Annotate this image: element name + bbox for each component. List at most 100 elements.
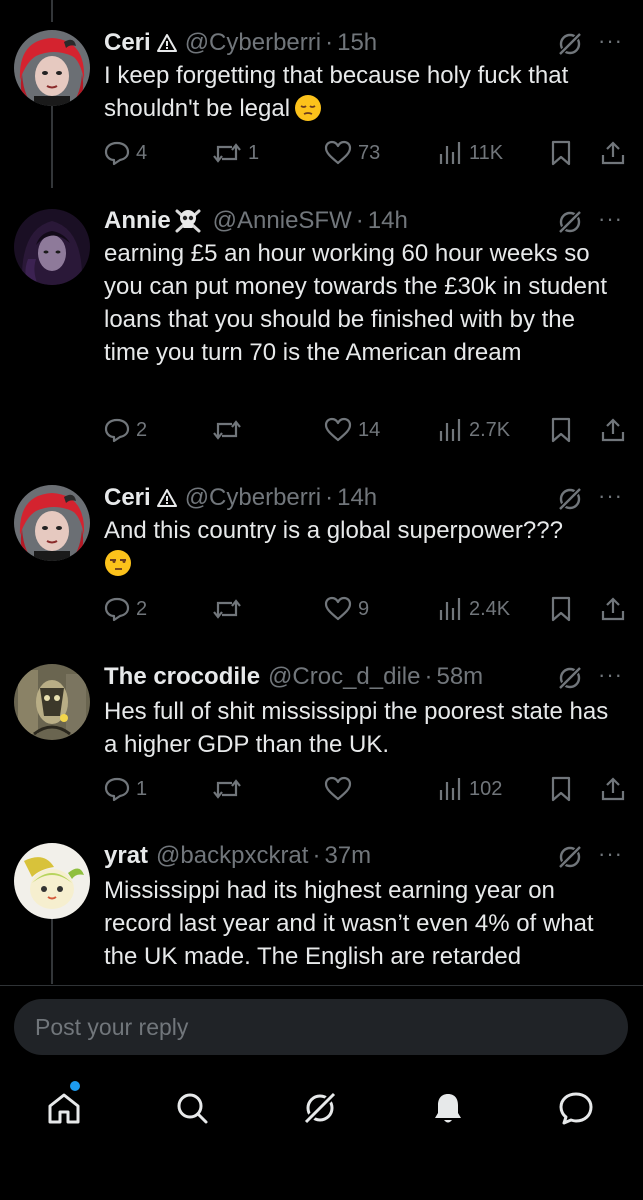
timestamp[interactable]: 37m (324, 842, 371, 870)
display-name[interactable]: yrat (104, 842, 148, 870)
share-icon (601, 418, 625, 442)
username[interactable]: @AnnieSFW (213, 207, 352, 235)
like-button[interactable]: 9 (324, 591, 369, 627)
display-name[interactable]: The crocodile (104, 663, 260, 691)
separator-dot: · (325, 29, 334, 56)
reply-button[interactable]: 1 (104, 771, 147, 807)
tweet-text: And this country is a global superpower?… (104, 514, 624, 580)
like-button[interactable] (324, 771, 352, 807)
more-options-icon[interactable]: ··· (598, 482, 623, 510)
more-options-icon[interactable]: ··· (598, 205, 623, 233)
tweet[interactable]: Ceri @Cyberberri · 15h ··· I keep forget… (0, 27, 643, 177)
tweet[interactable]: Annie @AnnieSFW · 14h ··· earning £5 an … (0, 205, 643, 455)
share-button[interactable] (600, 591, 626, 627)
username[interactable]: @Cyberberri (185, 29, 321, 57)
share-icon (601, 777, 625, 801)
views-icon (439, 142, 461, 164)
timestamp[interactable]: 58m (436, 663, 483, 691)
reply-icon (104, 418, 130, 443)
reply-button[interactable]: 4 (104, 135, 147, 171)
home-notification-dot (70, 1081, 80, 1091)
display-name[interactable]: Annie (104, 207, 171, 235)
bookmark-button[interactable] (550, 135, 572, 171)
like-button[interactable]: 14 (324, 412, 380, 448)
search-icon[interactable] (172, 1088, 212, 1128)
heart-icon (324, 140, 352, 165)
views-button[interactable]: 2.7K (437, 412, 510, 448)
tweet-actions: 2 9 2.4K (104, 591, 629, 627)
tweet[interactable]: yrat @backpxckrat · 37m ··· Mississippi … (0, 840, 643, 985)
grok-icon[interactable] (557, 665, 583, 691)
heart-icon (324, 417, 352, 442)
tweet-actions: 1 102 (104, 771, 629, 807)
share-button[interactable] (600, 135, 626, 171)
tweet[interactable]: Ceri @Cyberberri · 14h ··· And this coun… (0, 482, 643, 632)
bookmark-button[interactable] (550, 771, 572, 807)
reply-input[interactable]: Post your reply (14, 999, 628, 1055)
avatar[interactable] (14, 30, 90, 106)
display-name[interactable]: Ceri (104, 484, 151, 512)
username[interactable]: @backpxckrat (156, 842, 308, 870)
repost-button[interactable]: 1 (212, 135, 259, 171)
views-icon (439, 778, 461, 800)
grok-icon[interactable] (557, 844, 583, 870)
thread-line (51, 0, 53, 22)
repost-icon (213, 143, 241, 163)
more-options-icon[interactable]: ··· (598, 840, 623, 868)
views-button[interactable]: 102 (437, 771, 502, 807)
grok-icon[interactable] (557, 209, 583, 235)
notifications-icon[interactable] (428, 1088, 468, 1128)
display-name[interactable]: Ceri (104, 29, 151, 57)
reply-button[interactable]: 2 (104, 412, 147, 448)
avatar[interactable] (14, 664, 90, 740)
like-count: 73 (358, 141, 381, 164)
timestamp[interactable]: 14h (368, 207, 408, 235)
username[interactable]: @Cyberberri (185, 484, 321, 512)
reply-button[interactable]: 2 (104, 591, 147, 627)
heart-icon (324, 596, 352, 621)
reply-placeholder: Post your reply (35, 1013, 189, 1040)
views-button[interactable]: 11K (437, 135, 503, 171)
timestamp[interactable]: 14h (337, 484, 377, 512)
like-count: 14 (358, 418, 381, 441)
grok-icon[interactable] (300, 1088, 340, 1128)
more-options-icon[interactable]: ··· (598, 27, 623, 55)
tweet-header: Annie @AnnieSFW · 14h (104, 205, 408, 237)
unamused-face-emoji (104, 549, 132, 577)
repost-icon (213, 779, 241, 799)
bookmark-button[interactable] (550, 591, 572, 627)
repost-button[interactable] (212, 591, 242, 627)
like-count: 9 (358, 597, 370, 620)
tweet-header: Ceri @Cyberberri · 14h (104, 482, 377, 514)
messages-icon[interactable] (556, 1088, 596, 1128)
views-icon (439, 598, 461, 620)
tweet[interactable]: The crocodile @Croc_d_dile · 58m ··· Hes… (0, 661, 643, 811)
like-button[interactable]: 73 (324, 135, 380, 171)
share-icon (601, 141, 625, 165)
bottom-tab-bar (0, 1070, 643, 1146)
repost-button[interactable] (212, 771, 242, 807)
share-button[interactable] (600, 771, 626, 807)
grok-icon[interactable] (557, 486, 583, 512)
views-button[interactable]: 2.4K (437, 591, 510, 627)
repost-icon (213, 599, 241, 619)
more-options-icon[interactable]: ··· (598, 661, 623, 689)
avatar[interactable] (14, 485, 90, 561)
home-icon[interactable] (44, 1088, 84, 1128)
tweet-text: earning £5 an hour working 60 hour weeks… (104, 240, 607, 366)
warning-icon (156, 488, 177, 508)
divider (0, 985, 643, 986)
tweet-header: The crocodile @Croc_d_dile · 58m (104, 661, 483, 693)
grok-icon[interactable] (557, 31, 583, 57)
share-button[interactable] (600, 412, 626, 448)
avatar[interactable] (14, 209, 90, 285)
reply-icon (104, 777, 130, 802)
repost-count: 1 (248, 141, 260, 164)
timestamp[interactable]: 15h (337, 29, 377, 57)
repost-button[interactable] (212, 412, 242, 448)
separator-dot: · (312, 842, 321, 869)
tweet-text: I keep forgetting that because holy fuck… (104, 59, 624, 125)
avatar[interactable] (14, 843, 90, 919)
bookmark-button[interactable] (550, 412, 572, 448)
username[interactable]: @Croc_d_dile (268, 663, 420, 691)
